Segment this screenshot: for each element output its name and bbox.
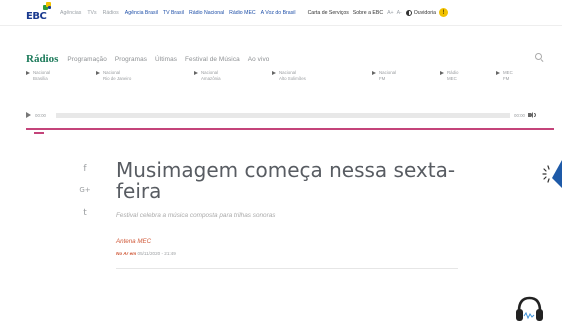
play-icon: [26, 70, 30, 75]
google-plus-icon[interactable]: G+: [78, 186, 92, 208]
radios-title[interactable]: Rádios: [26, 53, 58, 65]
font-increase-button[interactable]: A+: [387, 10, 394, 16]
play-icon: [496, 70, 500, 75]
article-headline: Musimagem começa nessa sexta-feira: [116, 158, 456, 203]
date-label: No Ar em: [116, 251, 137, 256]
radios-nav: Rádios Programação Programas Últimas Fes…: [0, 50, 562, 68]
station-city: Alto Solimões: [279, 75, 306, 81]
station-city: Brasília: [33, 75, 48, 81]
nav-carta-servicos[interactable]: Carta de Serviços: [308, 10, 349, 16]
volume-icon[interactable]: [528, 112, 536, 118]
search-icon[interactable]: [535, 53, 544, 62]
facebook-icon[interactable]: f: [78, 164, 92, 186]
nav-agencia-brasil[interactable]: Agência Brasil: [125, 10, 158, 16]
social-share: f G+ t: [78, 164, 92, 230]
play-icon: [194, 70, 198, 75]
nav-festival-musica[interactable]: Festival de Música: [185, 56, 240, 63]
ebc-logo-text: EBC: [26, 10, 47, 22]
ebc-logo-mark: [43, 1, 51, 10]
play-icon: [96, 70, 100, 75]
nav-voz-do-brasil[interactable]: A Voz do Brasil: [261, 10, 296, 16]
station-nacional-amazonia[interactable]: Nacional Amazônia: [194, 70, 221, 81]
vlibras-hand-icon[interactable]: [540, 158, 562, 188]
nav-radio-mec[interactable]: Rádio MEC: [229, 10, 256, 16]
station-city: Rio de Janeiro: [103, 75, 132, 81]
date-value: 05/11/2020 - 21:49: [137, 251, 176, 256]
ouvidoria-link[interactable]: Ouvidoria !: [405, 8, 448, 17]
station-nacional-brasilia[interactable]: Nacional Brasília: [26, 70, 50, 81]
nav-radios[interactable]: Rádios: [103, 10, 119, 16]
station-nacional-fm[interactable]: Nacional FM: [372, 70, 396, 81]
player-total-time: 00:00: [514, 112, 525, 118]
stations-row: Nacional Brasília Nacional Rio de Janeiro …: [26, 70, 556, 92]
play-icon: [372, 70, 376, 75]
nav-sobre-ebc[interactable]: Sobre a EBC: [353, 10, 383, 16]
player-progress-track[interactable]: [56, 112, 510, 118]
station-radio-mec[interactable]: Rádio MEC: [440, 70, 458, 81]
nav-tvs[interactable]: TVs: [87, 10, 96, 16]
ebc-topbar: EBC Agências TVs Rádios Agência Brasil T…: [0, 0, 562, 26]
section-tab-marker: [34, 132, 44, 134]
station-city: MEC: [447, 75, 457, 81]
station-city: FM: [503, 75, 510, 81]
article-lead: Festival celebra a música composta para …: [116, 212, 276, 219]
station-nacional-rio[interactable]: Nacional Rio de Janeiro: [96, 70, 131, 81]
nav-radio-nacional[interactable]: Rádio Nacional: [189, 10, 224, 16]
play-icon: [440, 70, 444, 75]
station-nacional-alto-solimoes[interactable]: Nacional Alto Solimões: [272, 70, 306, 81]
ebc-top-nav: Agências TVs Rádios Agência Brasil TV Br…: [60, 8, 448, 17]
twitter-icon[interactable]: t: [78, 208, 92, 230]
station-mec-fm[interactable]: MEC FM: [496, 70, 513, 81]
font-decrease-button[interactable]: A-: [397, 10, 402, 16]
nav-programacao[interactable]: Programação: [67, 56, 106, 63]
nav-agencias[interactable]: Agências: [60, 10, 81, 16]
play-icon[interactable]: [26, 112, 31, 118]
ouvidoria-label: Ouvidoria: [413, 9, 436, 16]
ouvidoria-icon: !: [438, 8, 448, 17]
nav-ao-vivo[interactable]: Ao vivo: [248, 56, 270, 63]
section-divider: [26, 128, 554, 130]
nav-programas[interactable]: Programas: [115, 56, 147, 63]
article-date: No Ar em 05/11/2020 - 21:49: [116, 251, 176, 256]
station-city: Amazônia: [201, 75, 221, 81]
article-divider: [116, 268, 458, 269]
headphones-icon[interactable]: [513, 293, 546, 325]
nav-tv-brasil[interactable]: TV Brasil: [163, 10, 184, 16]
contrast-icon[interactable]: [405, 9, 412, 16]
play-icon: [272, 70, 276, 75]
station-city: FM: [379, 75, 386, 81]
player-current-time: 00:00: [35, 112, 46, 118]
article-author[interactable]: Antena MEC: [116, 238, 151, 245]
ebc-logo[interactable]: EBC: [26, 1, 52, 22]
audio-player: 00:00 00:00: [26, 110, 536, 120]
nav-ultimas[interactable]: Últimas: [155, 56, 177, 63]
